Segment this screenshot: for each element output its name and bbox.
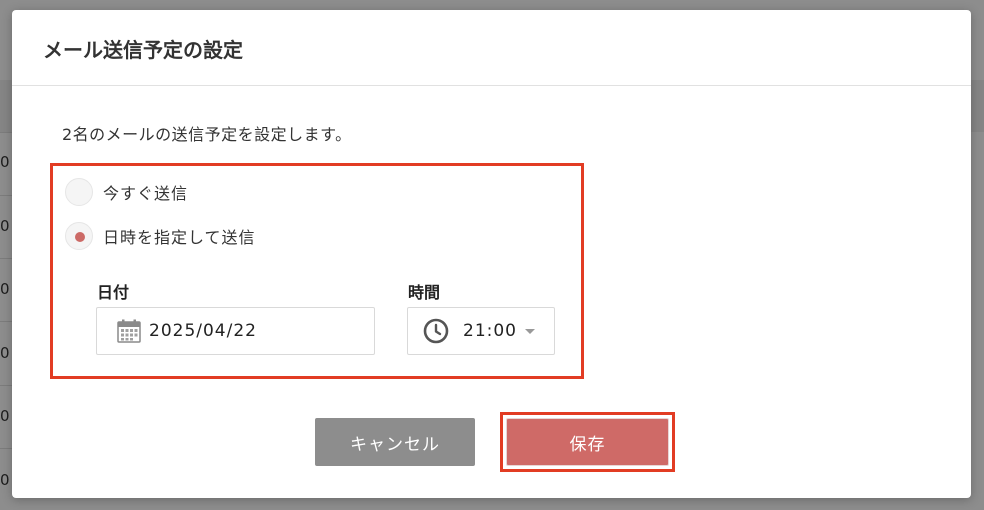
calendar-icon — [117, 319, 141, 343]
cancel-button[interactable]: キャンセル — [315, 418, 475, 466]
time-label: 時間 — [408, 283, 441, 302]
option-send-now[interactable]: 今すぐ送信 — [65, 177, 188, 207]
date-value: 2025/04/22 — [149, 321, 257, 341]
dialog-title: メール送信予定の設定 — [43, 38, 243, 62]
save-button[interactable]: 保存 — [506, 418, 669, 466]
send-timing-options: 今すぐ送信 日時を指定して送信 日付 2025/04/22 時間 21:00 — [50, 163, 584, 379]
send-scheduled-radio[interactable] — [65, 222, 93, 250]
date-input[interactable]: 2025/04/22 — [96, 307, 375, 355]
option-send-scheduled[interactable]: 日時を指定して送信 — [65, 221, 256, 251]
time-value: 21:00 — [463, 321, 517, 341]
background-row-value: 0 — [0, 407, 10, 425]
background-row-value: 0 — [0, 153, 10, 171]
background-row-value: 0 — [0, 217, 10, 235]
time-select[interactable]: 21:00 — [407, 307, 555, 355]
dialog-header: メール送信予定の設定 — [12, 10, 971, 86]
dialog-description: 2名のメールの送信予定を設定します。 — [62, 125, 352, 144]
clock-icon — [423, 318, 449, 344]
date-label: 日付 — [97, 283, 130, 302]
send-now-label: 今すぐ送信 — [103, 184, 189, 203]
send-scheduled-label: 日時を指定して送信 — [103, 228, 256, 247]
schedule-email-dialog: メール送信予定の設定 2名のメールの送信予定を設定します。 今すぐ送信 日時を指… — [12, 10, 971, 498]
background-row-value: 0 — [0, 344, 10, 362]
background-row-value: 0 — [0, 280, 10, 298]
chevron-down-icon — [525, 329, 535, 334]
send-now-radio[interactable] — [65, 178, 93, 206]
background-row-value: 0 — [0, 471, 10, 489]
